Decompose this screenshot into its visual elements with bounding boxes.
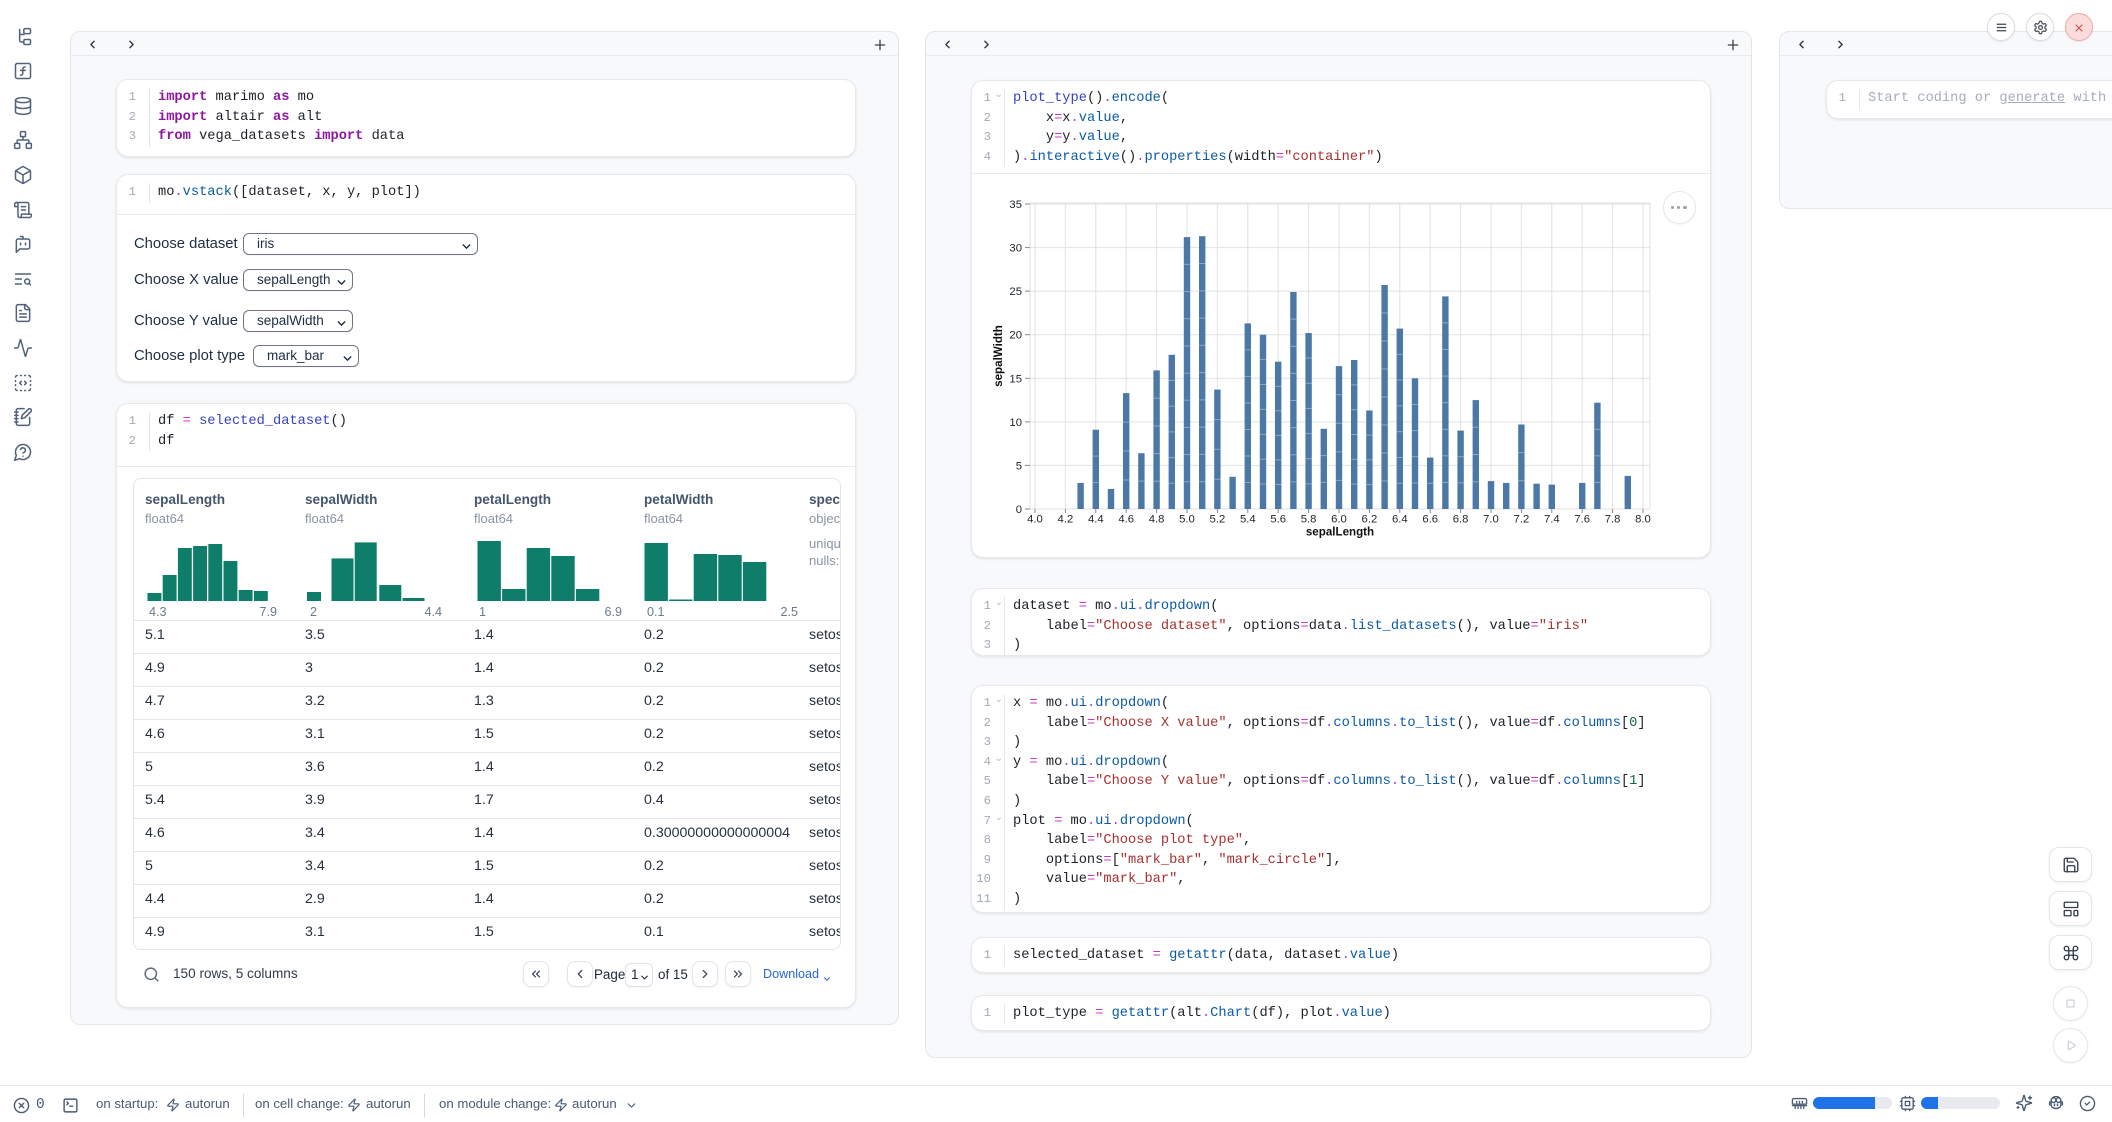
svg-text:5: 5	[1016, 460, 1022, 472]
svg-text:4.2: 4.2	[1058, 514, 1074, 526]
svg-text:4.8: 4.8	[1149, 514, 1165, 526]
svg-text:7.4: 7.4	[1544, 514, 1560, 526]
svg-text:sepalLength: sepalLength	[1306, 526, 1374, 539]
svg-text:5.6: 5.6	[1270, 514, 1286, 526]
svg-text:7.2: 7.2	[1514, 514, 1530, 526]
svg-text:7.8: 7.8	[1605, 514, 1621, 526]
svg-text:30: 30	[1009, 243, 1022, 255]
svg-text:6.4: 6.4	[1392, 514, 1408, 526]
svg-text:8.0: 8.0	[1635, 514, 1651, 526]
svg-text:sepalWidth: sepalWidth	[992, 325, 1005, 387]
svg-text:6.6: 6.6	[1422, 514, 1438, 526]
svg-text:5.4: 5.4	[1240, 514, 1256, 526]
svg-text:5.0: 5.0	[1179, 514, 1195, 526]
svg-text:6.2: 6.2	[1362, 514, 1378, 526]
svg-text:35: 35	[1009, 199, 1022, 211]
svg-text:25: 25	[1009, 286, 1022, 298]
svg-text:20: 20	[1009, 330, 1022, 342]
svg-text:5.2: 5.2	[1210, 514, 1226, 526]
svg-text:10: 10	[1009, 417, 1022, 429]
svg-text:4.6: 4.6	[1118, 514, 1134, 526]
svg-text:6.0: 6.0	[1331, 514, 1347, 526]
svg-text:7.0: 7.0	[1483, 514, 1499, 526]
svg-text:5.8: 5.8	[1301, 514, 1317, 526]
svg-text:7.6: 7.6	[1574, 514, 1590, 526]
svg-text:4.4: 4.4	[1088, 514, 1104, 526]
svg-text:15: 15	[1009, 373, 1022, 385]
svg-text:6.8: 6.8	[1453, 514, 1469, 526]
svg-text:0: 0	[1016, 504, 1022, 516]
svg-text:4.0: 4.0	[1027, 514, 1043, 526]
